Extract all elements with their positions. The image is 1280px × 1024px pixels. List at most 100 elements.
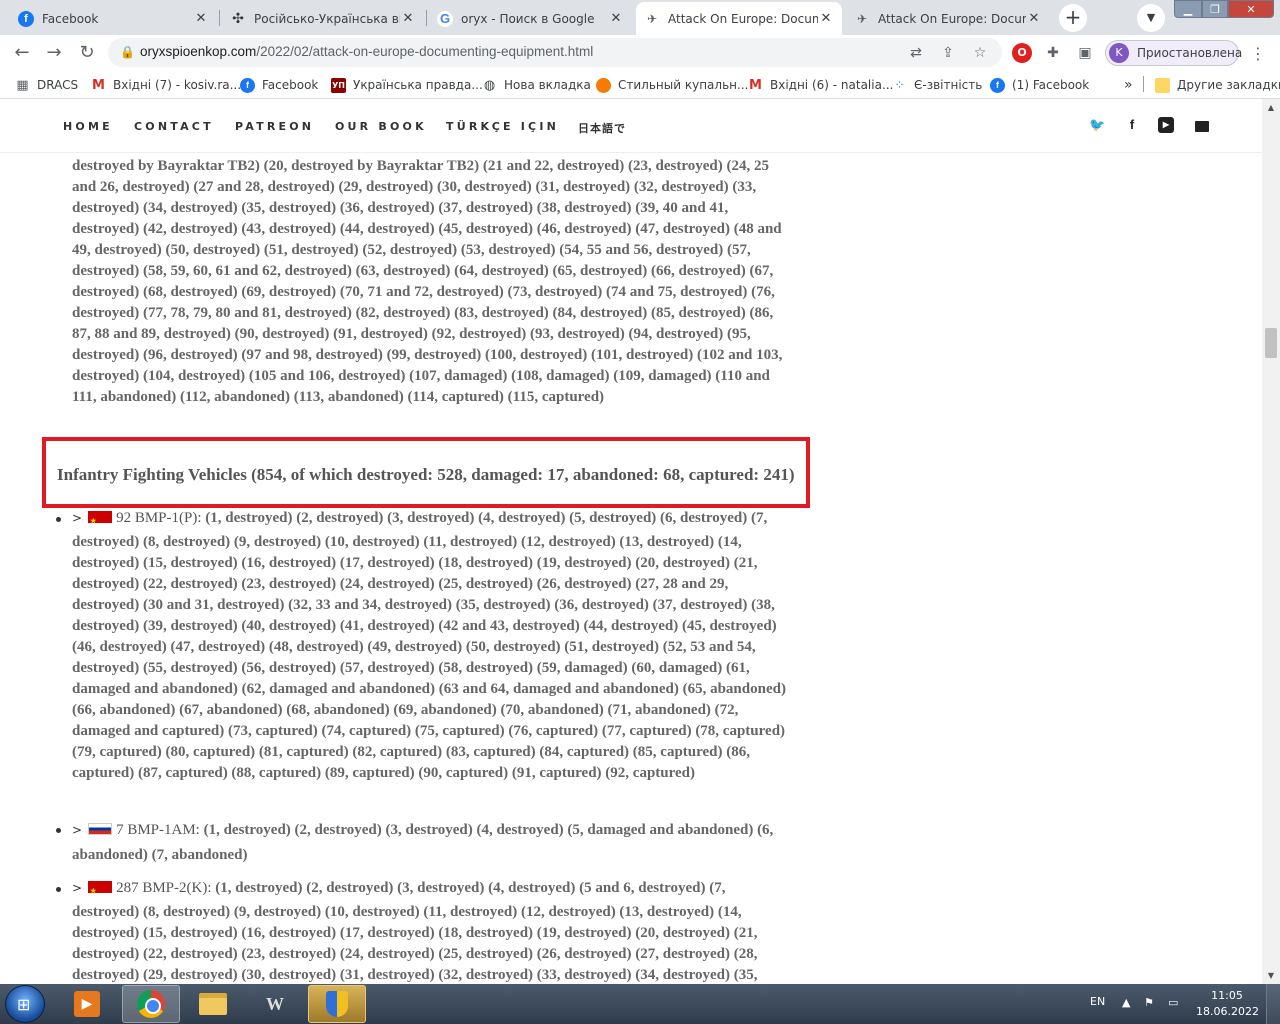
list-item-text: abandoned) (7, abandoned)	[72, 847, 248, 863]
oryx-icon: ✈	[646, 11, 658, 26]
nav-home[interactable]: HOME	[63, 120, 113, 133]
extensions-puzzle-icon[interactable]: ✚	[1043, 43, 1063, 63]
url-text[interactable]: oryxspioenkop.com/2022/02/attack-on-euro…	[140, 44, 593, 59]
tab-attack-on-europe-active[interactable]: ✈ Attack On Europe: Docume ✕	[636, 2, 842, 35]
close-window-button[interactable]: ✕	[1228, 0, 1274, 18]
list-item-text: (1, destroyed) (2, destroyed) (3, destro…	[205, 510, 768, 526]
bookmark-other[interactable]: Другие закладки	[1155, 76, 1280, 94]
address-bar[interactable]: 🔒 oryxspioenkop.com/2022/02/attack-on-eu…	[108, 38, 1002, 67]
tab-title: Attack On Europe: Docume	[668, 11, 818, 26]
bookmark-label: (1) Facebook	[1012, 78, 1090, 92]
browser-toolbar: ← → ↻ 🔒 oryxspioenkop.com/2022/02/attack…	[0, 35, 1280, 70]
oryx-icon: ✈	[856, 11, 868, 26]
reload-icon[interactable]: ↻	[75, 41, 99, 65]
chevron-right-icon[interactable]: >	[72, 881, 82, 895]
bookmark-e-report[interactable]: ⁘ Є-звітність	[892, 76, 982, 94]
tab-attack-on-europe[interactable]: ✈ Attack On Europe: Docume ✕	[846, 2, 1050, 35]
bookmarks-bar: ▦ DRACS M Вхідні (7) - kosiv.ra... f Fac…	[0, 70, 1280, 99]
bookmark-label: Вхідні (6) - natalia...	[770, 78, 894, 92]
close-icon[interactable]: ✕	[1026, 11, 1042, 27]
bookmark-dracs[interactable]: ▦ DRACS	[15, 76, 78, 94]
mail-icon[interactable]	[1195, 121, 1209, 132]
start-button[interactable]: ⊞	[5, 985, 45, 1023]
tab-war[interactable]: ✣ Російсько-Українська війн ✕	[222, 2, 424, 35]
bookmark-swimsuit[interactable]: Стильный купальн...	[596, 76, 748, 94]
tab-google[interactable]: G oryx - Поиск в Google ✕	[429, 2, 632, 35]
network-icon[interactable]: ▭	[1168, 996, 1178, 1009]
folder-icon	[199, 993, 227, 1015]
profile-label: Приостановлена	[1137, 46, 1243, 60]
youtube-icon[interactable]: ▶	[1158, 117, 1174, 133]
gmail-icon: M	[749, 77, 762, 93]
nav-japanese[interactable]: 日本語で	[578, 120, 626, 136]
orange-circle-icon	[596, 77, 611, 93]
close-icon[interactable]: ✕	[193, 11, 209, 27]
nav-our-book[interactable]: OUR BOOK	[335, 120, 427, 133]
taskbar-explorer[interactable]	[184, 985, 242, 1023]
bookmark-facebook[interactable]: f Facebook	[240, 76, 318, 94]
taskbar-security[interactable]	[308, 985, 366, 1023]
scrollbar-thumb[interactable]	[1265, 328, 1277, 358]
new-tab-button[interactable]: +	[1059, 4, 1087, 32]
bookmark-gmail-natalia[interactable]: M Вхідні (6) - natalia...	[748, 76, 893, 94]
russian-flag-icon	[88, 823, 113, 835]
nav-contact[interactable]: CONTACT	[134, 120, 214, 133]
list-item-text: (1, destroyed) (2, destroyed) (3, destro…	[203, 822, 774, 838]
bookmarks-overflow-chevron-icon[interactable]: »	[1124, 76, 1133, 94]
system-clock[interactable]: 11:05 18.06.2022	[1196, 988, 1259, 1020]
opera-vpn-icon[interactable]: O	[1012, 43, 1032, 63]
kebab-menu-icon[interactable]: ⋮	[1250, 44, 1266, 63]
preceding-equipment-list: destroyed by Bayraktar TB2) (20, destroy…	[72, 158, 783, 405]
bookmark-label: DRACS	[37, 78, 79, 92]
twitter-icon[interactable]: 🐦	[1089, 117, 1105, 133]
up-icon: УП	[331, 77, 346, 93]
section-heading-ifv: Infantry Fighting Vehicles (854, of whic…	[57, 465, 795, 484]
taskbar-chrome[interactable]	[122, 985, 180, 1023]
avatar: K	[1109, 43, 1129, 63]
bookmark-gmail-kosiv[interactable]: M Вхідні (7) - kosiv.ra...	[91, 76, 241, 94]
taskbar-world-of-tanks[interactable]: W	[246, 985, 304, 1023]
bookmark-facebook-1[interactable]: f (1) Facebook	[990, 76, 1089, 94]
scroll-up-arrow-icon[interactable]: ▲	[1262, 99, 1280, 116]
maximize-button[interactable]: ❐	[1202, 0, 1228, 18]
lock-icon[interactable]: 🔒	[120, 45, 135, 59]
tab-separator	[219, 10, 220, 26]
nav-patreon[interactable]: PATREON	[235, 120, 314, 133]
bookmark-new-tab[interactable]: ◍ Нова вкладка	[482, 76, 591, 94]
show-desktop-button[interactable]	[1266, 984, 1280, 1024]
tab-title: Attack On Europe: Docume	[878, 11, 1026, 26]
trident-icon: ✣	[232, 10, 244, 27]
back-arrow-icon[interactable]: ←	[10, 41, 34, 65]
nav-turkish[interactable]: TÜRKÇE IÇIN	[446, 120, 559, 133]
tab-facebook[interactable]: f Facebook ✕	[10, 2, 217, 35]
action-center-icon[interactable]: ⚑	[1144, 996, 1154, 1009]
folder-icon	[1155, 77, 1170, 93]
minimize-button[interactable]: ▁	[1174, 0, 1202, 18]
close-icon[interactable]: ✕	[400, 11, 416, 27]
forward-arrow-icon[interactable]: →	[42, 41, 66, 65]
taskbar-media-player[interactable]: ▶	[58, 985, 116, 1023]
language-indicator[interactable]: EN	[1090, 995, 1105, 1008]
tray-expand-icon[interactable]: ▲	[1122, 996, 1130, 1009]
share-icon[interactable]: ⇪	[938, 43, 958, 63]
translate-icon[interactable]: ⇄	[906, 43, 926, 63]
media-player-icon: ▶	[74, 991, 100, 1017]
page-scrollbar[interactable]: ▲ ▼	[1262, 99, 1280, 984]
tab-separator	[426, 10, 427, 26]
facebook-icon[interactable]: f	[1124, 117, 1140, 133]
bookmark-pravda[interactable]: УП Українська правда...	[331, 76, 483, 94]
chevron-right-icon[interactable]: >	[72, 511, 82, 525]
list-item-bmp-1p: >92 BMP-1(P): (1, destroyed) (2, destroy…	[72, 505, 792, 784]
vehicle-name: 7 BMP-1AM:	[116, 822, 200, 838]
tab-search-chevron-icon[interactable]: ▼	[1137, 4, 1165, 32]
close-icon[interactable]: ✕	[818, 11, 834, 27]
list-item-bmp-1am: >7 BMP-1AM: (1, destroyed) (2, destroyed…	[72, 816, 792, 866]
close-icon[interactable]: ✕	[608, 11, 624, 27]
chevron-right-icon[interactable]: >	[72, 823, 82, 837]
soviet-flag-icon	[88, 878, 113, 905]
profile-button[interactable]: K Приостановлена	[1105, 40, 1243, 66]
gmail-icon: M	[92, 77, 105, 93]
scroll-down-arrow-icon[interactable]: ▼	[1262, 967, 1280, 984]
side-panel-icon[interactable]: ▣	[1075, 43, 1095, 63]
bookmark-star-icon[interactable]: ☆	[970, 43, 990, 63]
